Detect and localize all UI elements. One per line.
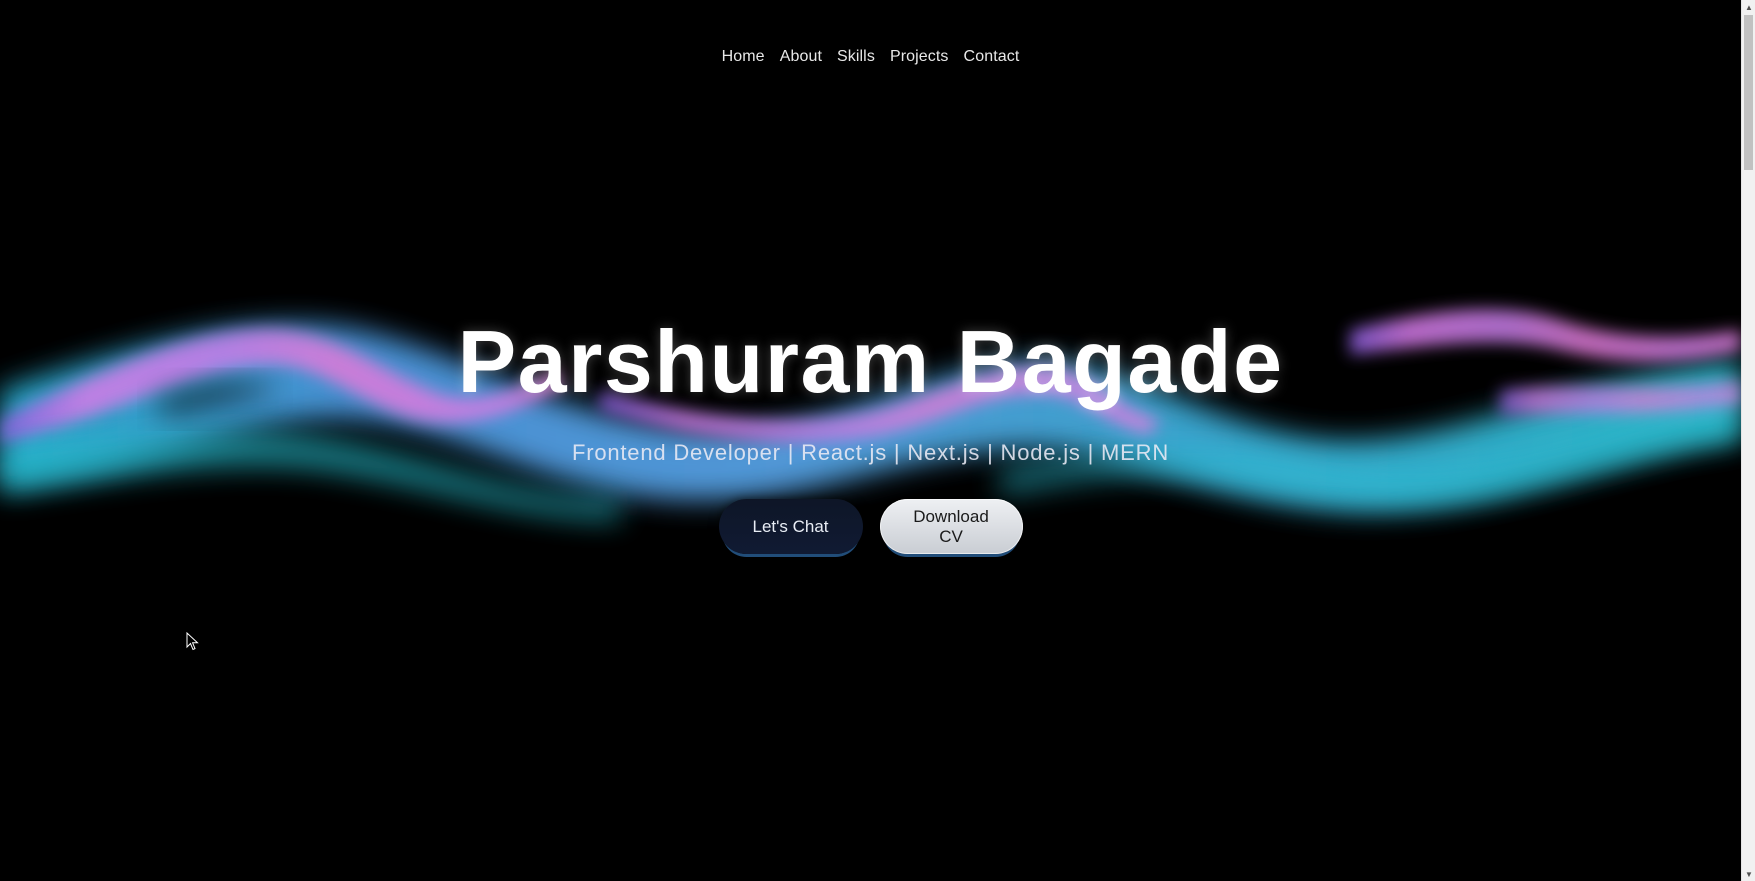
hero-title: Parshuram Bagade [457, 312, 1284, 411]
portfolio-page: Home About Skills Projects Contact Parsh… [0, 0, 1755, 881]
hero-buttons: Let's Chat Download CV [0, 499, 1741, 554]
viewport: Home About Skills Projects Contact Parsh… [0, 0, 1741, 881]
download-cv-button[interactable]: Download CV [879, 499, 1023, 554]
scrollbar-thumb[interactable] [1744, 15, 1753, 170]
nav-item-about[interactable]: About [780, 48, 822, 66]
nav-item-contact[interactable]: Contact [964, 48, 1020, 66]
nav-item-home[interactable]: Home [722, 48, 765, 66]
mouse-pointer-icon [186, 632, 199, 651]
hero-subtitle: Frontend Developer | React.js | Next.js … [571, 440, 1170, 465]
top-nav: Home About Skills Projects Contact [0, 48, 1741, 66]
vertical-scrollbar[interactable]: ▲ ▼ [1741, 0, 1755, 881]
triangle-down-icon[interactable]: ▼ [1742, 867, 1755, 881]
nav-item-skills[interactable]: Skills [837, 48, 875, 66]
lets-chat-button[interactable]: Let's Chat [718, 499, 863, 554]
nav-item-projects[interactable]: Projects [890, 48, 949, 66]
triangle-up-icon[interactable]: ▲ [1742, 0, 1755, 14]
